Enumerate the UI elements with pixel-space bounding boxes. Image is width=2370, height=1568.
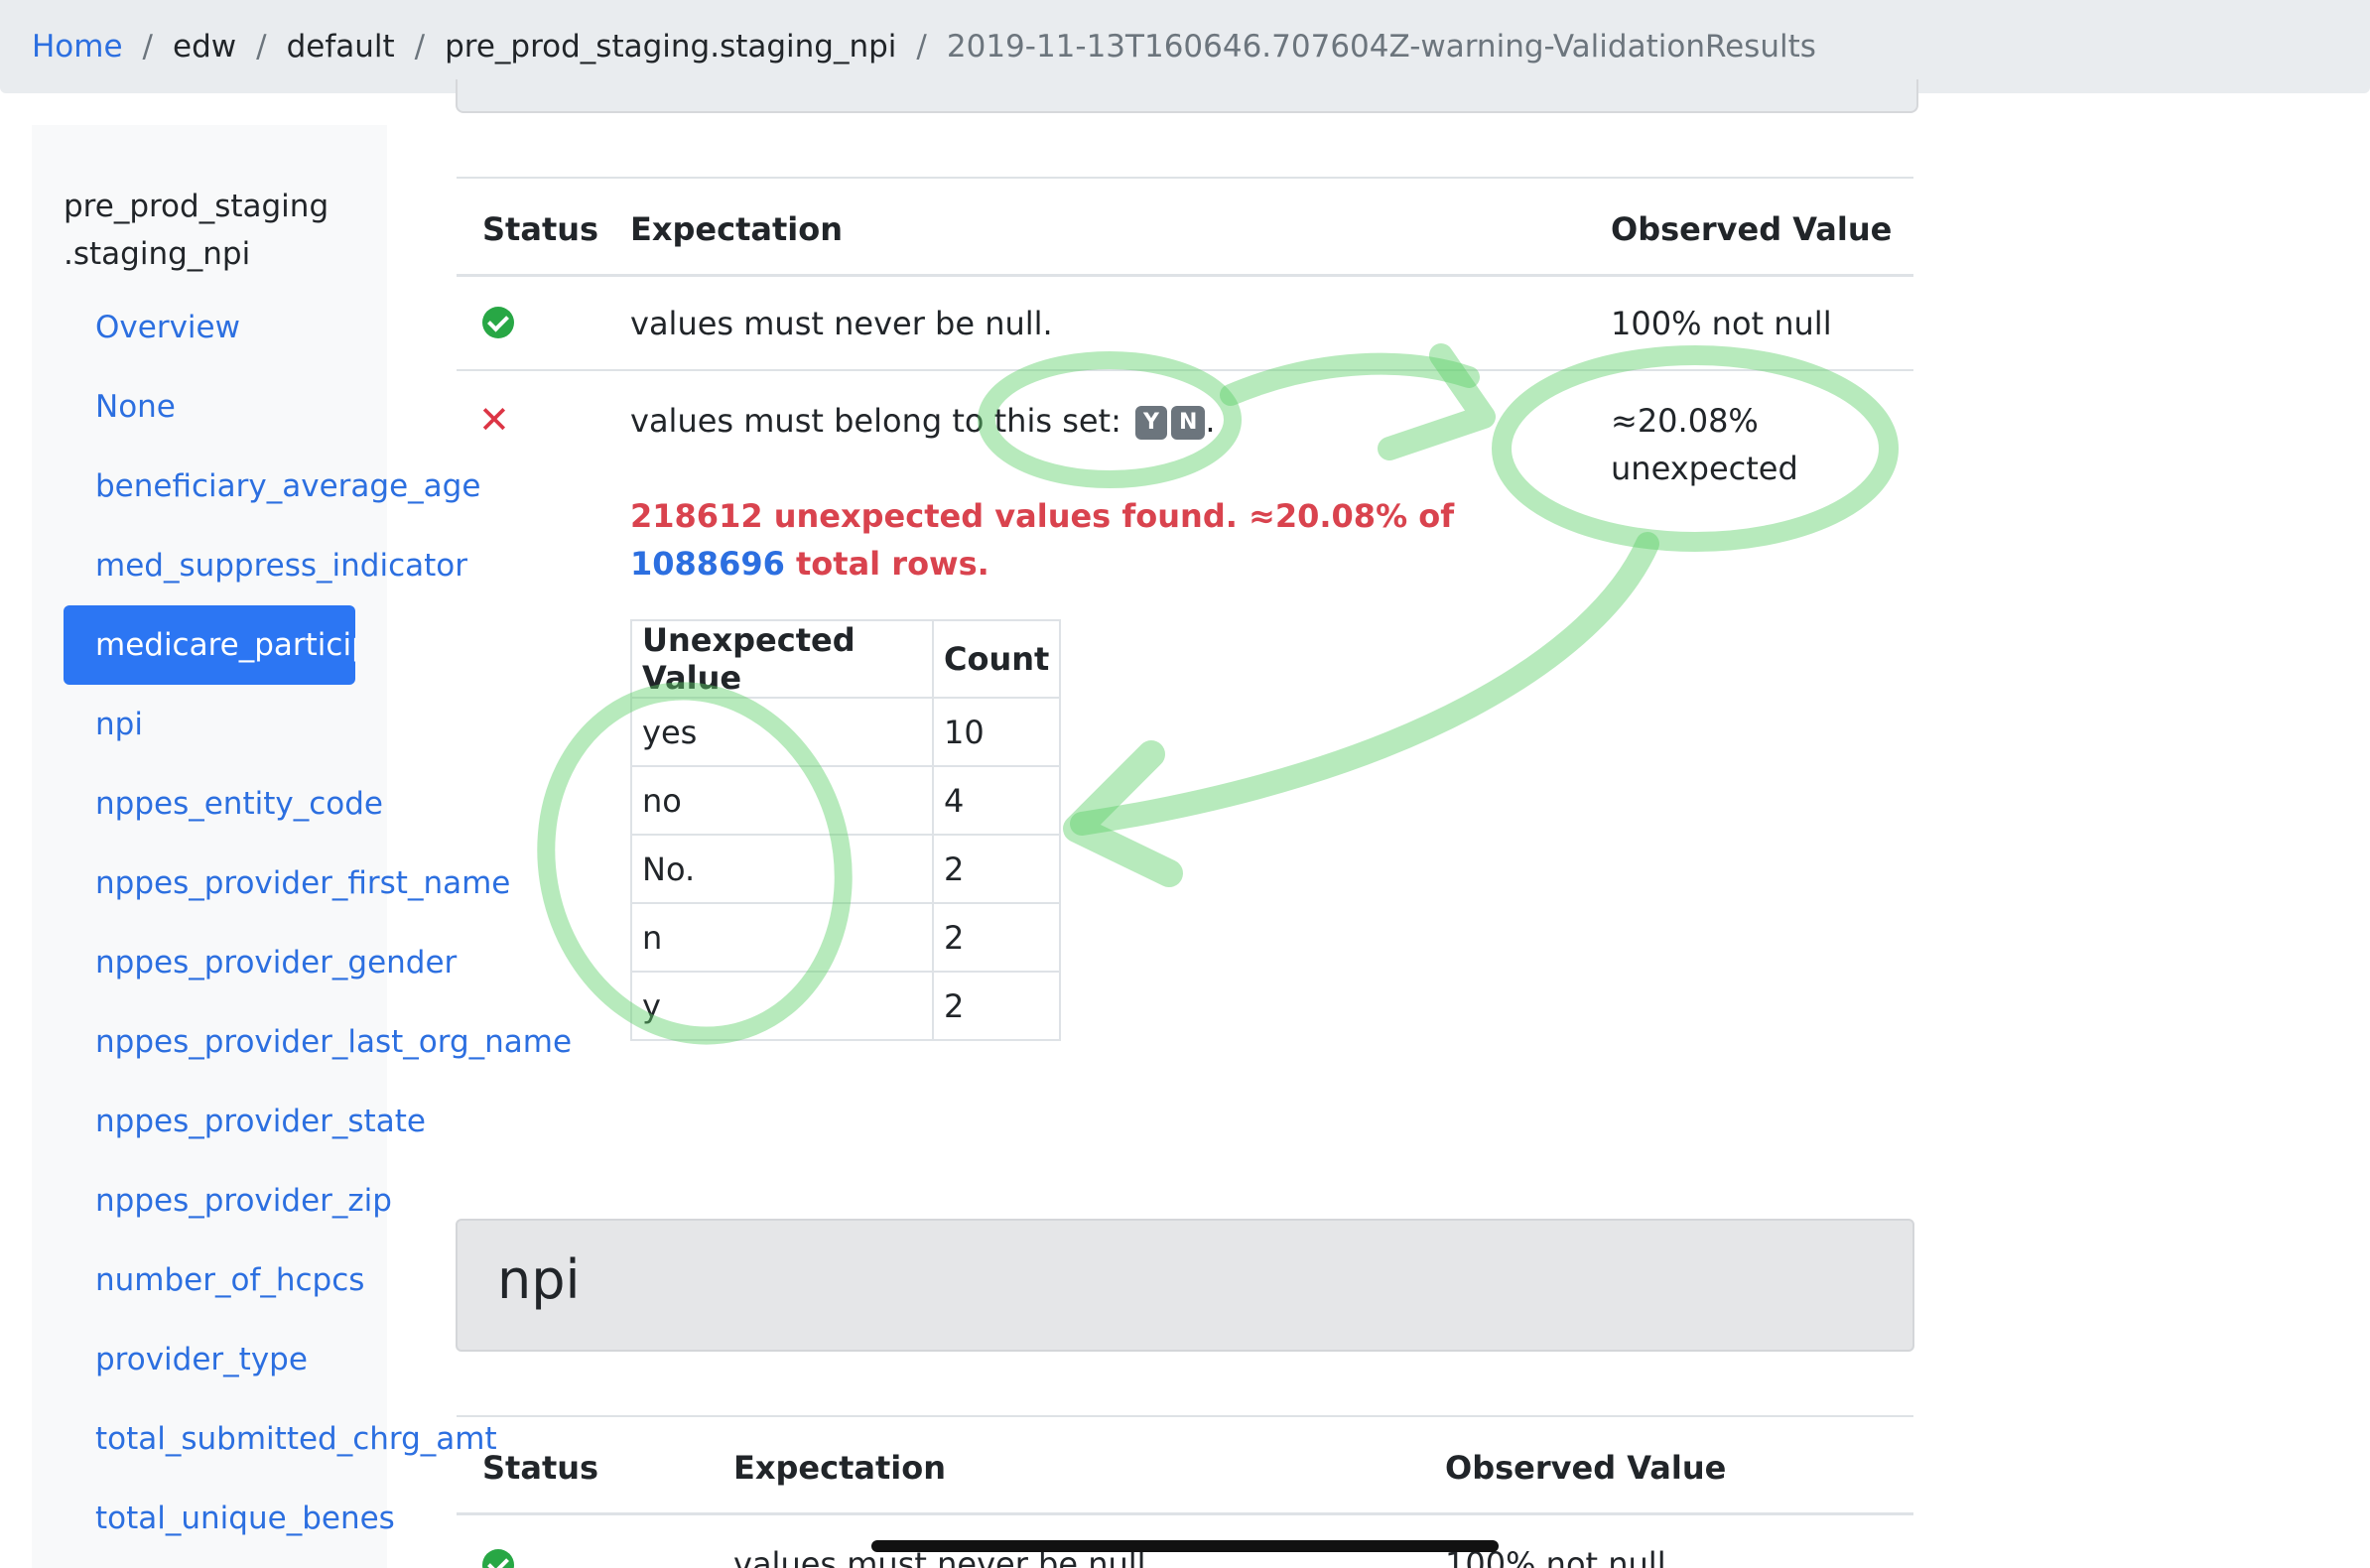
status-column-header: Status (482, 210, 599, 248)
sidebar-item-beneficiary-average-age[interactable]: beneficiary_average_age (64, 447, 480, 526)
unexpected-value-cell: y (630, 971, 934, 1041)
unexpected-value-header: Unexpected Value (630, 619, 934, 699)
table-row: No. 2 (630, 834, 1062, 904)
sidebar-item-provider-type[interactable]: provider_type (64, 1320, 308, 1399)
observed-percent: ≈20.08% (1611, 402, 1759, 440)
table-row: n 2 (630, 902, 1062, 973)
home-indicator (871, 1540, 1499, 1552)
table-header-border (457, 1512, 1913, 1515)
table-row: yes 10 (630, 697, 1062, 767)
set-value-badge: Y (1135, 406, 1167, 440)
unexpected-value-cell: yes (630, 697, 934, 767)
sidebar-item-nppes-provider-first-name[interactable]: nppes_provider_first_name (64, 844, 510, 923)
unexpected-values-message: 218612 unexpected values found. ≈20.08% … (630, 492, 1603, 588)
expectation-column-header: Expectation (630, 210, 843, 248)
table-row: no 4 (630, 765, 1062, 836)
observed-unexpected-percent: ≈20.08% unexpected (1611, 397, 1798, 492)
observed-value-column-header: Observed Value (1445, 1449, 1727, 1487)
breadcrumb-separator: / (414, 29, 426, 65)
section-title: npi (497, 1248, 581, 1311)
success-check-icon (482, 307, 514, 338)
success-check-icon (482, 1549, 514, 1568)
count-cell: 2 (931, 902, 1062, 973)
sidebar-title: pre_prod_staging .staging_npi (64, 183, 329, 278)
unexpected-value-cell: no (630, 765, 934, 836)
table-row-border (457, 369, 1913, 371)
sidebar-item-none[interactable]: None (64, 367, 176, 447)
failure-x-icon: ✕ (478, 398, 510, 442)
sidebar-item-total-submitted-chrg-amt[interactable]: total_submitted_chrg_amt (64, 1399, 497, 1479)
expectation-column-header: Expectation (733, 1449, 946, 1487)
expectation-in-set-text: values must belong to this set: (630, 402, 1121, 440)
expectation-not-null: values must never be null. (630, 305, 1053, 342)
sidebar-nav: pre_prod_staging .staging_npi Overview N… (32, 125, 572, 1568)
set-value-badge: N (1170, 406, 1206, 440)
observed-value-column-header: Observed Value (1611, 210, 1893, 248)
sidebar-item-nppes-provider-state[interactable]: nppes_provider_state (64, 1082, 426, 1161)
breadcrumb-separator: / (142, 29, 153, 65)
table-top-border (457, 1415, 1913, 1417)
breadcrumb-current: 2019-11-13T160646.707604Z-warning-Valida… (946, 29, 1816, 65)
sidebar-item-overview[interactable]: Overview (64, 288, 240, 367)
unexpected-count: 218612 (630, 497, 763, 535)
expectations-table: Status Expectation Observed Value values… (457, 177, 1913, 1070)
count-cell: 2 (931, 834, 1062, 904)
sidebar-title-line1: pre_prod_staging (64, 189, 329, 224)
sidebar-title-line2: .staging_npi (64, 236, 251, 272)
sidebar-item-med-suppress-indicator[interactable]: med_suppress_indicator (64, 526, 467, 605)
total-rows-count: 1088696 (630, 545, 785, 583)
table-header-row: Unexpected Value Count (630, 619, 1062, 699)
section-header-card-bottom (456, 79, 1918, 113)
breadcrumb-edw[interactable]: edw (173, 29, 236, 65)
breadcrumb-table[interactable]: pre_prod_staging.staging_npi (445, 29, 896, 65)
table-row: y 2 (630, 971, 1062, 1041)
breadcrumb-separator: / (256, 29, 267, 65)
table-top-border (457, 177, 1913, 179)
expectation-suffix: . (1205, 402, 1216, 440)
count-header: Count (931, 619, 1062, 699)
sidebar-item-number-of-hcpcs[interactable]: number_of_hcpcs (64, 1241, 364, 1320)
table-header-border (457, 274, 1913, 277)
section-header-npi: npi (456, 1219, 1914, 1352)
count-cell: 2 (931, 971, 1062, 1041)
total-rows-text: total rows. (796, 545, 989, 583)
breadcrumb-separator: / (916, 29, 927, 65)
unexpected-value-cell: n (630, 902, 934, 973)
unexpected-values-table: Unexpected Value Count yes 10 no 4 No. 2… (630, 619, 1062, 1041)
count-cell: 10 (931, 697, 1062, 767)
breadcrumb-home-link[interactable]: Home (32, 29, 123, 65)
sidebar-item-npi[interactable]: npi (64, 685, 143, 764)
sidebar-item-nppes-provider-gender[interactable]: nppes_provider_gender (64, 923, 457, 1002)
observed-unexpected-label: unexpected (1611, 450, 1798, 487)
breadcrumb-default[interactable]: default (287, 29, 395, 65)
status-column-header: Status (482, 1449, 599, 1487)
expectation-in-set: values must belong to this set: YN. (630, 397, 1216, 445)
sidebar-item-nppes-provider-zip[interactable]: nppes_provider_zip (64, 1161, 392, 1241)
count-cell: 4 (931, 765, 1062, 836)
sidebar-item-nppes-entity-code[interactable]: nppes_entity_code (64, 764, 383, 844)
unexpected-value-cell: No. (630, 834, 934, 904)
sidebar-item-total-unique-benes[interactable]: total_unique_benes (64, 1479, 395, 1558)
sidebar-item-medicare-participation-indicator[interactable]: medicare_participation_indicator (64, 605, 355, 685)
observed-not-null: 100% not null (1611, 305, 1832, 342)
unexpected-text: unexpected values found. ≈20.08% of (773, 497, 1455, 535)
